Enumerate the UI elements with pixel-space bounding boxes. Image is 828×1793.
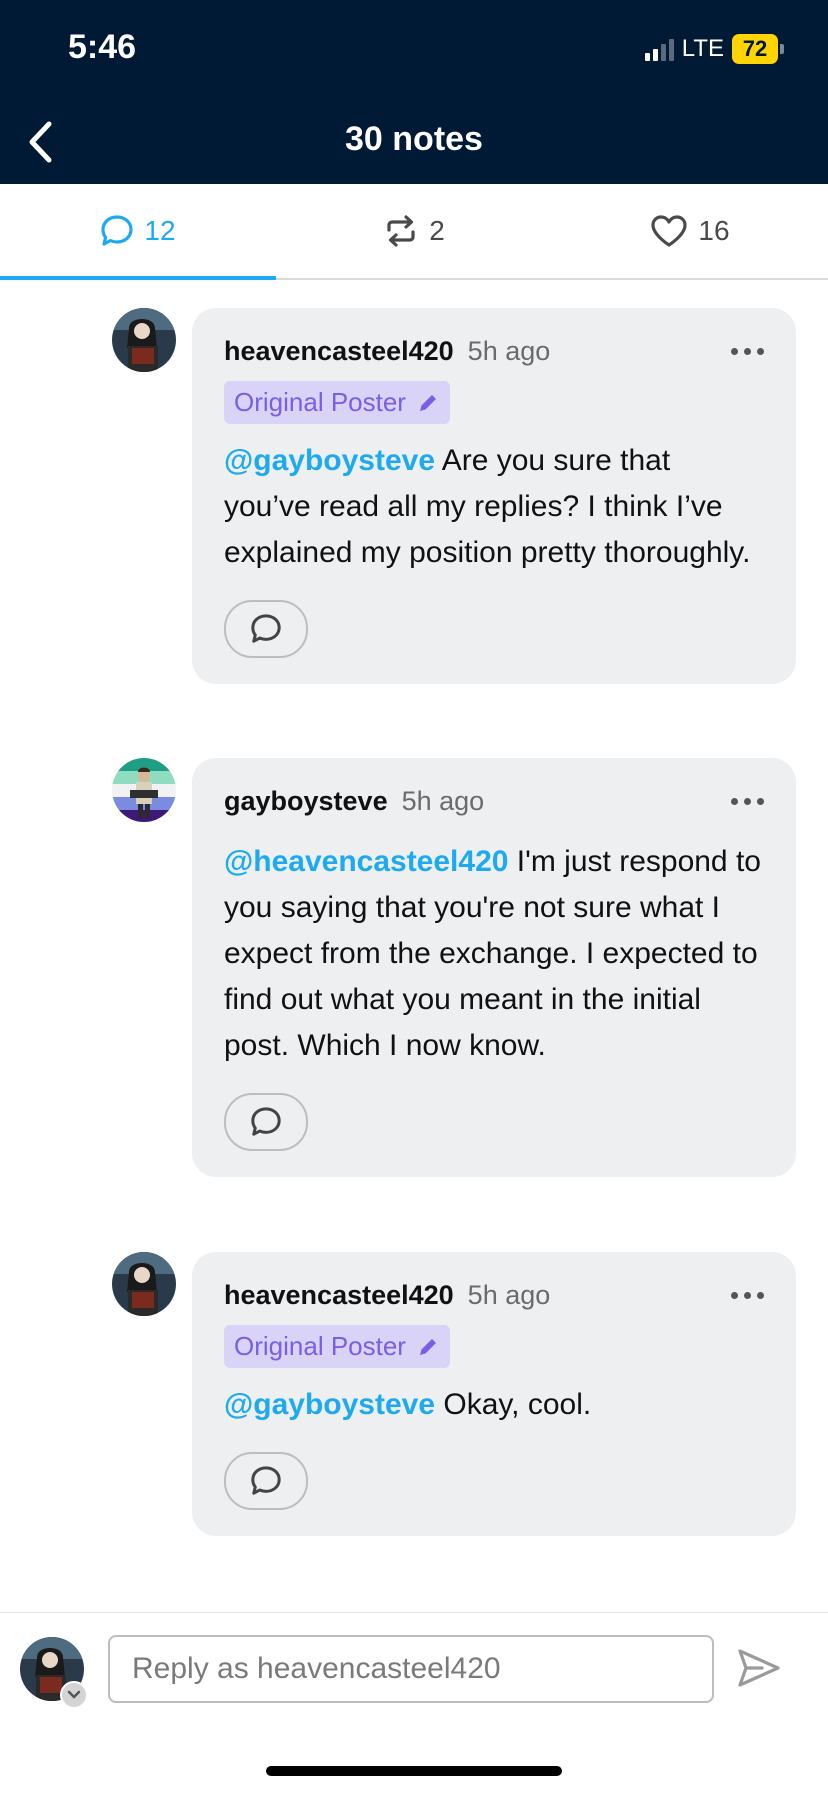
battery-icon: 72	[732, 34, 784, 64]
more-options-button[interactable]	[731, 1286, 764, 1305]
status-indicators: LTE 72	[644, 34, 784, 64]
username[interactable]: heavencasteel420	[224, 336, 454, 367]
timestamp: 5h ago	[467, 336, 551, 366]
original-poster-badge: Original Poster	[224, 1325, 450, 1368]
send-button[interactable]	[734, 1643, 784, 1693]
timestamp: 5h ago	[401, 786, 485, 816]
tab-likes-count: 16	[698, 215, 730, 246]
badge-label: Original Poster	[234, 1331, 406, 1361]
notes-tabs: 12 2 16	[0, 184, 828, 280]
avatar[interactable]	[112, 758, 176, 822]
reply-button[interactable]	[224, 1452, 308, 1510]
reply-bubble: heavencasteel420 5h ago Original Poster …	[192, 308, 796, 684]
reply-bubble: heavencasteel420 5h ago Original Poster …	[192, 1252, 796, 1536]
reply-bubble: gayboysteve 5h ago @heavencasteel420 I'm…	[192, 758, 796, 1177]
signal-icon	[644, 37, 674, 61]
speech-bubble-icon	[251, 614, 281, 643]
reply-meta: heavencasteel420 5h ago	[224, 1280, 764, 1311]
tab-likes[interactable]: 16	[552, 184, 828, 278]
pencil-icon	[419, 394, 436, 411]
avatar[interactable]	[112, 1252, 176, 1316]
mention-link[interactable]: @heavencasteel420	[224, 845, 508, 878]
avatar[interactable]	[112, 308, 176, 372]
tab-reblogs[interactable]: 2	[276, 184, 552, 278]
network-label: LTE	[681, 35, 724, 62]
timestamp: 5h ago	[467, 1280, 551, 1310]
reply-button[interactable]	[224, 600, 308, 658]
speech-bubble-icon	[101, 215, 134, 246]
username[interactable]: heavencasteel420	[224, 1280, 454, 1311]
tab-reblogs-count: 2	[429, 215, 445, 246]
reply-meta: gayboysteve 5h ago	[224, 786, 764, 817]
badge-label: Original Poster	[234, 387, 406, 417]
username[interactable]: gayboysteve	[224, 786, 388, 817]
home-indicator	[266, 1766, 562, 1776]
reply-text: @heavencasteel420 I'm just respond to yo…	[224, 839, 764, 1069]
pencil-icon	[419, 1338, 436, 1355]
reply-button[interactable]	[224, 1093, 308, 1151]
speech-bubble-icon	[251, 1466, 281, 1495]
reply-text: @gayboysteve Okay, cool.	[224, 1382, 764, 1428]
reply-input[interactable]	[108, 1635, 714, 1703]
reply-text: @gayboysteve Are you sure that you’ve re…	[224, 438, 764, 576]
original-poster-badge: Original Poster	[224, 381, 450, 424]
tab-replies-count: 12	[144, 215, 176, 246]
reblog-icon	[387, 215, 415, 247]
mention-link[interactable]: @gayboysteve	[224, 444, 435, 477]
top-header: 5:46 LTE 72 30 notes	[0, 0, 828, 184]
page-title: 30 notes	[345, 120, 483, 158]
reply-body: Okay, cool.	[443, 1388, 592, 1421]
send-icon	[738, 1649, 780, 1687]
status-time: 5:46	[68, 28, 137, 66]
account-switch-button[interactable]	[60, 1681, 88, 1709]
heart-icon	[651, 215, 688, 247]
more-options-button[interactable]	[731, 342, 764, 361]
tab-replies[interactable]: 12	[0, 184, 276, 280]
more-options-button[interactable]	[731, 792, 764, 811]
chevron-down-icon	[67, 1690, 81, 1699]
speech-bubble-icon	[251, 1107, 281, 1136]
mention-link[interactable]: @gayboysteve	[224, 1388, 435, 1421]
battery-level: 72	[732, 34, 778, 64]
reply-meta: heavencasteel420 5h ago	[224, 336, 764, 367]
